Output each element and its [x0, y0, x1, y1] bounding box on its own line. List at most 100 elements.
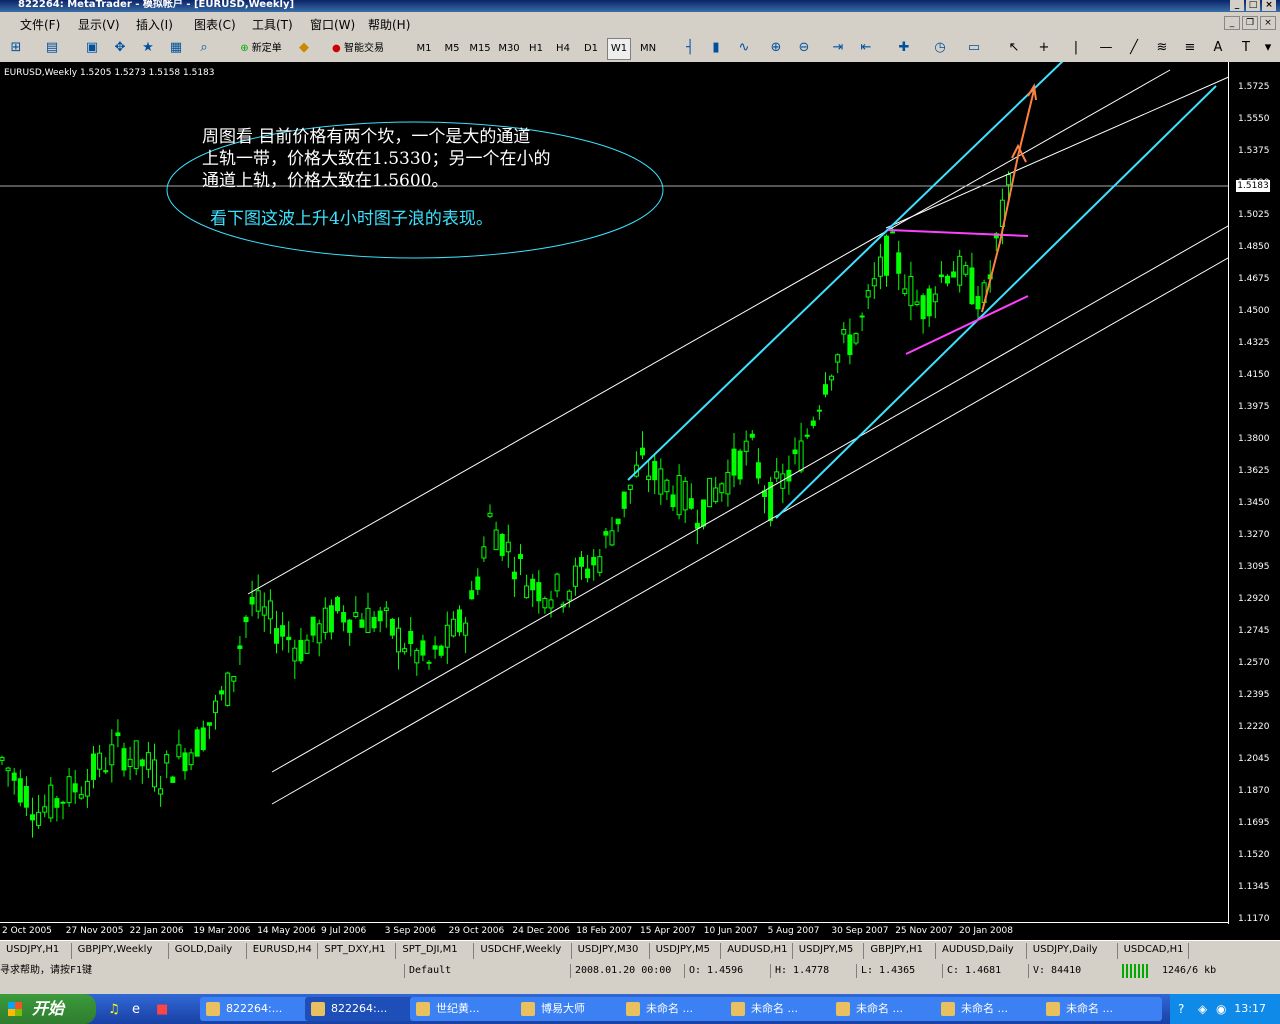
timeframe-m15[interactable]: M15: [467, 38, 493, 60]
zoom-out-icon[interactable]: ⊖: [794, 38, 814, 58]
chart-tab[interactable]: AUDUSD,Daily: [942, 944, 1014, 955]
vertical-line-icon[interactable]: |: [1066, 38, 1086, 58]
periods-icon[interactable]: ◷: [930, 38, 950, 58]
menu-insert[interactable]: 插入(I): [136, 16, 173, 33]
data-window-icon[interactable]: ✥: [110, 38, 130, 58]
candle-body: [932, 293, 938, 303]
expert-advisors-button[interactable]: ● 智能交易: [322, 38, 394, 60]
arrows-icon[interactable]: ▾: [1258, 38, 1278, 58]
channel-icon[interactable]: ≋: [1152, 38, 1172, 58]
taskbar-button[interactable]: 世纪黄...: [410, 997, 532, 1021]
candle-body: [72, 783, 78, 793]
menu-file[interactable]: 文件(F): [20, 16, 60, 33]
chart-tab[interactable]: USDJPY,H1: [6, 944, 59, 955]
taskbar-button[interactable]: 未命名 ...: [1040, 997, 1162, 1021]
autoscroll-icon[interactable]: ⇥: [828, 38, 848, 58]
terminal-icon[interactable]: ▦: [166, 38, 186, 58]
chart-tab[interactable]: USDCHF,Weekly: [480, 944, 561, 955]
big-channel-upper-2: [885, 71, 1241, 229]
price-chart[interactable]: [0, 62, 1280, 940]
time-tick-label: 29 Oct 2006: [448, 926, 505, 936]
minimize-button[interactable]: _: [1230, 0, 1244, 11]
taskbar-button[interactable]: 未命名 ...: [725, 997, 847, 1021]
new-order-button[interactable]: ⊕ 新定单: [230, 38, 292, 60]
label-icon[interactable]: T: [1236, 38, 1256, 58]
timeframe-w1[interactable]: W1: [607, 38, 631, 60]
candlestick-icon[interactable]: ▮: [706, 38, 726, 58]
chart-tab[interactable]: USDJPY,Daily: [1033, 944, 1098, 955]
timeframe-m30[interactable]: M30: [496, 38, 522, 60]
start-button[interactable]: 开始: [0, 994, 96, 1024]
taskbar-button[interactable]: 未命名 ...: [935, 997, 1057, 1021]
tab-separator: [935, 943, 936, 959]
menu-tools[interactable]: 工具(T): [252, 16, 293, 33]
bar-chart-icon[interactable]: ┤: [680, 38, 700, 58]
line-chart-icon[interactable]: ∿: [734, 38, 754, 58]
mdi-restore-button[interactable]: ❐: [1242, 16, 1258, 30]
network-tray-icon[interactable]: ◈: [1198, 994, 1207, 1024]
metaeditor-icon[interactable]: ◆: [294, 38, 314, 58]
chart-tab[interactable]: USDJPY,M30: [578, 944, 639, 955]
menu-chart[interactable]: 图表(C): [194, 16, 236, 33]
fibonacci-icon[interactable]: ≡: [1180, 38, 1200, 58]
profiles-icon[interactable]: ▤: [42, 38, 62, 58]
candle-body: [621, 491, 627, 509]
chart-tab[interactable]: GBPJPY,Weekly: [78, 944, 153, 955]
taskbar-button[interactable]: 博易大师: [515, 997, 637, 1021]
chart-tab[interactable]: GBPJPY,H1: [870, 944, 923, 955]
timeframe-d1[interactable]: D1: [580, 38, 602, 60]
new-chart-icon[interactable]: ⊞: [6, 38, 26, 58]
timeframe-h4[interactable]: H4: [552, 38, 574, 60]
menu-window[interactable]: 窗口(W): [310, 16, 355, 33]
chart-tab[interactable]: USDJPY,M5: [656, 944, 710, 955]
price-tick-label: 1.4150: [1238, 370, 1270, 380]
market-watch-icon[interactable]: ▣: [82, 38, 102, 58]
ie-icon[interactable]: e: [132, 1002, 140, 1017]
candle-body: [84, 780, 90, 797]
taskbar-button[interactable]: 未命名 ...: [620, 997, 742, 1021]
cursor-icon[interactable]: ↖: [1004, 38, 1024, 58]
timeframe-m1[interactable]: M1: [412, 38, 436, 60]
close-button[interactable]: ×: [1262, 0, 1276, 11]
chart-tab[interactable]: GOLD,Daily: [175, 944, 232, 955]
chart-tab[interactable]: USDCAD,H1: [1124, 944, 1184, 955]
volume-tray-icon[interactable]: ◉: [1216, 994, 1226, 1024]
templates-icon[interactable]: ▭: [964, 38, 984, 58]
menu-help[interactable]: 帮助(H): [368, 16, 410, 33]
timeframe-m5[interactable]: M5: [440, 38, 464, 60]
navigator-icon[interactable]: ★: [138, 38, 158, 58]
chart-tab[interactable]: USDJPY,M5: [799, 944, 853, 955]
quicklaunch-icon[interactable]: ♫: [108, 1002, 120, 1017]
mdi-minimize-button[interactable]: _: [1224, 16, 1240, 30]
chart-tab[interactable]: SPT_DJI,M1: [402, 944, 457, 955]
taskbar-button[interactable]: 未命名 ...: [830, 997, 952, 1021]
crosshair-icon[interactable]: +: [1034, 38, 1054, 58]
text-icon[interactable]: A: [1208, 38, 1228, 58]
tester-icon[interactable]: ⌕: [194, 38, 214, 58]
candle-body: [829, 375, 835, 381]
taskbar-button[interactable]: 822264:...: [305, 997, 427, 1021]
task-app-icon: [731, 1002, 745, 1016]
chart-tab[interactable]: AUDUSD,H1: [727, 944, 787, 955]
chart-shift-icon[interactable]: ⇤: [856, 38, 876, 58]
mdi-close-button[interactable]: ×: [1260, 16, 1276, 30]
trendline-icon[interactable]: ╱: [1124, 38, 1144, 58]
chart-tab[interactable]: EURUSD,H4: [253, 944, 312, 955]
taskbar-button[interactable]: 822264:...: [200, 997, 322, 1021]
timeframe-h1[interactable]: H1: [525, 38, 547, 60]
candle-body: [139, 759, 145, 767]
indicators-icon[interactable]: ✚: [894, 38, 914, 58]
timeframe-mn[interactable]: MN: [635, 38, 661, 60]
candle-body: [304, 639, 310, 654]
app-icon[interactable]: ■: [156, 1002, 168, 1017]
zoom-in-icon[interactable]: ⊕: [766, 38, 786, 58]
help-tray-icon[interactable]: ?: [1178, 994, 1184, 1024]
chart-tab[interactable]: SPT_DXY,H1: [324, 944, 385, 955]
time-tick-label: 10 Jun 2007: [703, 926, 758, 936]
candle-body: [487, 512, 493, 517]
chart-window[interactable]: 1.57251.55501.53751.52001.50251.48501.46…: [0, 62, 1280, 940]
horizontal-line-icon[interactable]: —: [1096, 38, 1116, 58]
candle-body: [572, 565, 578, 587]
maximize-button[interactable]: □: [1246, 0, 1260, 11]
menu-view[interactable]: 显示(V): [78, 16, 120, 33]
